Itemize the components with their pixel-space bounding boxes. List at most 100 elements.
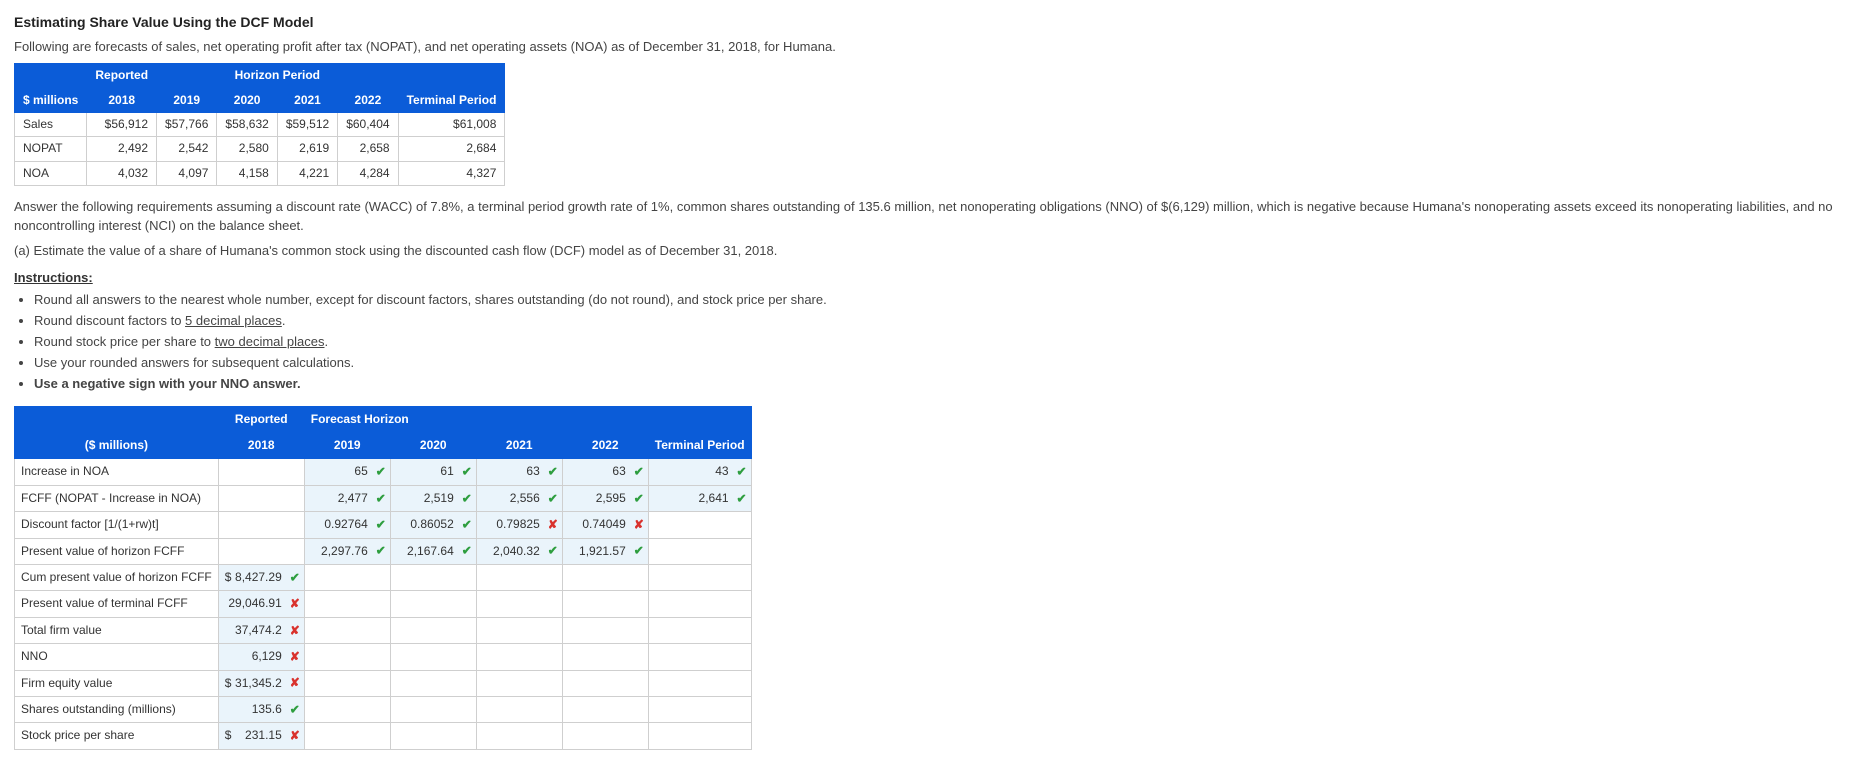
answer-input[interactable]: 2,595✔ bbox=[562, 485, 648, 511]
cell-value: 0.92764 bbox=[324, 517, 367, 531]
answer-input[interactable]: 0.79825✘ bbox=[476, 512, 562, 538]
answer-input[interactable]: 63✔ bbox=[562, 459, 648, 485]
answer-input[interactable]: 65✔ bbox=[304, 459, 390, 485]
cell-value: 65 bbox=[354, 464, 367, 478]
empty-cell bbox=[648, 723, 751, 749]
empty-cell bbox=[304, 644, 390, 670]
dcf-group-reported: Reported bbox=[218, 406, 304, 432]
check-icon: ✔ bbox=[462, 463, 472, 480]
cell-value: 2,477 bbox=[338, 491, 368, 505]
forecast-col-2019: 2019 bbox=[157, 88, 217, 112]
answer-input[interactable]: 0.86052 ✔ bbox=[390, 512, 476, 538]
answer-input[interactable]: 2,519✔ bbox=[390, 485, 476, 511]
cell-value: 2,595 bbox=[596, 491, 626, 505]
cell-value: 63 bbox=[526, 464, 539, 478]
dcf-group-forecast: Forecast Horizon bbox=[304, 406, 648, 432]
intro-text: Following are forecasts of sales, net op… bbox=[14, 38, 1840, 57]
row-label: Present value of horizon FCFF bbox=[15, 538, 219, 564]
data-cell: $58,632 bbox=[217, 112, 277, 136]
check-icon: ✔ bbox=[462, 516, 472, 533]
table-row: Increase in NOA65✔61✔63✔63✔43✔ bbox=[15, 459, 752, 485]
empty-cell bbox=[562, 565, 648, 591]
row-label: Firm equity value bbox=[15, 670, 219, 696]
data-cell: 2,492 bbox=[87, 137, 157, 161]
answer-input[interactable]: 6,129✘ bbox=[218, 644, 304, 670]
cell-value: 29,046.91 bbox=[228, 596, 281, 610]
x-icon: ✘ bbox=[290, 648, 300, 665]
answer-input[interactable]: 2,167.64✔ bbox=[390, 538, 476, 564]
empty-cell bbox=[390, 696, 476, 722]
empty-cell bbox=[562, 723, 648, 749]
table-row: NOA4,0324,0974,1584,2214,2844,327 bbox=[15, 161, 505, 185]
check-icon: ✔ bbox=[548, 490, 558, 507]
x-icon: ✘ bbox=[290, 622, 300, 639]
answer-input[interactable]: $231.15✘ bbox=[218, 723, 304, 749]
data-cell: $59,512 bbox=[277, 112, 337, 136]
empty-cell bbox=[476, 617, 562, 643]
cell-value: 0.79825 bbox=[496, 517, 539, 531]
empty-cell bbox=[390, 670, 476, 696]
answer-input[interactable]: $8,427.29✔ bbox=[218, 565, 304, 591]
table-row: Stock price per share$231.15✘ bbox=[15, 723, 752, 749]
table-row: NNO6,129✘ bbox=[15, 644, 752, 670]
cell-value: 231.15 bbox=[245, 728, 282, 742]
forecast-col-2022: 2022 bbox=[338, 88, 398, 112]
empty-cell bbox=[390, 617, 476, 643]
instruction-item: Round stock price per share to two decim… bbox=[34, 333, 1840, 352]
row-label: NOPAT bbox=[15, 137, 87, 161]
answer-input[interactable]: 29,046.91 ✘ bbox=[218, 591, 304, 617]
answer-input[interactable]: $31,345.2✘ bbox=[218, 670, 304, 696]
cell-value: 0.86052 bbox=[410, 517, 453, 531]
instruction-item: Round all answers to the nearest whole n… bbox=[34, 291, 1840, 310]
cell-value: 2,167.64 bbox=[407, 544, 454, 558]
data-cell: 4,097 bbox=[157, 161, 217, 185]
row-label: Total firm value bbox=[15, 617, 219, 643]
instruction-item: Use a negative sign with your NNO answer… bbox=[34, 375, 1840, 394]
answer-input[interactable]: 61✔ bbox=[390, 459, 476, 485]
answer-input[interactable]: 135.6✔ bbox=[218, 696, 304, 722]
check-icon: ✔ bbox=[376, 543, 386, 560]
answer-input[interactable]: 2,297.76✔ bbox=[304, 538, 390, 564]
empty-cell bbox=[390, 644, 476, 670]
answer-input[interactable]: 2,477✔ bbox=[304, 485, 390, 511]
row-label: Stock price per share bbox=[15, 723, 219, 749]
answer-input[interactable]: 37,474.2✘ bbox=[218, 617, 304, 643]
table-row: Discount factor [1/(1+rw)t]0.92764✔0.860… bbox=[15, 512, 752, 538]
forecast-group-horizon: Horizon Period bbox=[157, 64, 399, 88]
data-cell: 2,580 bbox=[217, 137, 277, 161]
check-icon: ✔ bbox=[376, 516, 386, 533]
answer-input[interactable]: 0.74049✘ bbox=[562, 512, 648, 538]
empty-cell bbox=[218, 538, 304, 564]
currency-prefix: $ bbox=[225, 727, 232, 744]
answer-input[interactable]: 2,556✔ bbox=[476, 485, 562, 511]
cell-value: 2,641 bbox=[699, 491, 729, 505]
table-row: Cum present value of horizon FCFF$8,427.… bbox=[15, 565, 752, 591]
currency-prefix: $ bbox=[225, 569, 232, 586]
empty-cell bbox=[304, 696, 390, 722]
data-cell: 4,221 bbox=[277, 161, 337, 185]
empty-cell bbox=[562, 591, 648, 617]
row-label: Present value of terminal FCFF bbox=[15, 591, 219, 617]
cell-value: 31,345.2 bbox=[235, 676, 282, 690]
data-cell: 2,684 bbox=[398, 137, 505, 161]
empty-cell bbox=[562, 696, 648, 722]
cell-value: 135.6 bbox=[252, 702, 282, 716]
answer-input[interactable]: 2,641✔ bbox=[648, 485, 751, 511]
x-icon: ✘ bbox=[290, 595, 300, 612]
forecast-col-terminal: Terminal Period bbox=[398, 88, 505, 112]
row-label: NNO bbox=[15, 644, 219, 670]
x-icon: ✘ bbox=[290, 675, 300, 692]
empty-cell bbox=[562, 644, 648, 670]
answer-input[interactable]: 63 ✔ bbox=[476, 459, 562, 485]
empty-cell bbox=[476, 723, 562, 749]
answer-input[interactable]: 1,921.57✔ bbox=[562, 538, 648, 564]
data-cell: $56,912 bbox=[87, 112, 157, 136]
answer-input[interactable]: 0.92764 ✔ bbox=[304, 512, 390, 538]
empty-cell bbox=[648, 538, 751, 564]
answer-input[interactable]: 43✔ bbox=[648, 459, 751, 485]
empty-cell bbox=[390, 591, 476, 617]
check-icon: ✔ bbox=[548, 463, 558, 480]
empty-cell bbox=[648, 644, 751, 670]
cell-value: 2,519 bbox=[424, 491, 454, 505]
answer-input[interactable]: 2,040.32✔ bbox=[476, 538, 562, 564]
